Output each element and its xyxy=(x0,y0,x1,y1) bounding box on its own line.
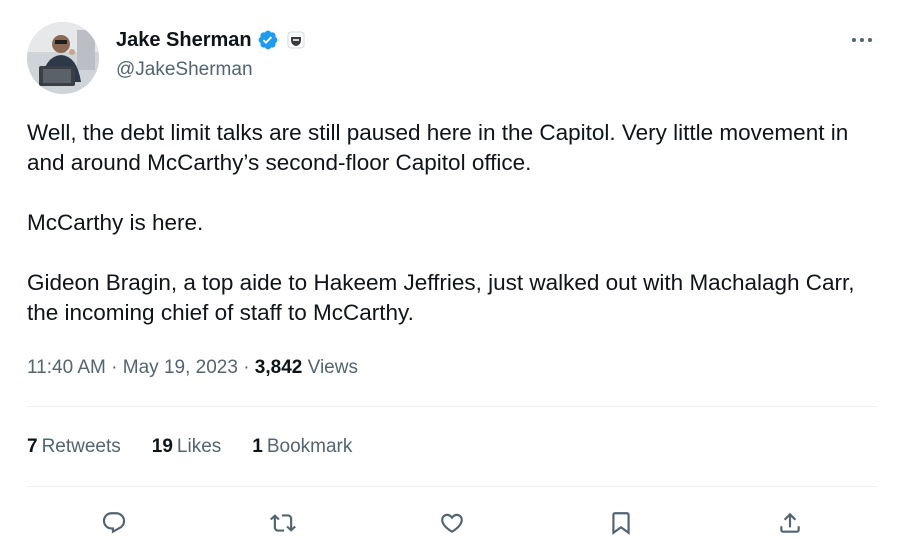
tweet-paragraph: Gideon Bragin, a top aide to Hakeem Jeff… xyxy=(27,270,855,325)
avatar[interactable] xyxy=(27,22,99,94)
tweet-card: Jake Sherman @JakeSherman Well, the debt… xyxy=(0,0,900,552)
bookmark-icon[interactable] xyxy=(603,505,639,541)
views-label: Views xyxy=(307,357,358,378)
tweet-meta: 11:40 AM · May 19, 2023 · 3,842 Views xyxy=(27,354,358,382)
tweet-time[interactable]: 11:40 AM xyxy=(27,357,106,378)
share-icon[interactable] xyxy=(772,505,808,541)
separator-dot: · xyxy=(111,357,123,378)
retweet-icon[interactable] xyxy=(265,505,301,541)
tweet-text: Well, the debt limit talks are still pau… xyxy=(27,118,877,328)
retweets-label: Retweets xyxy=(41,436,121,457)
tweet-paragraph: McCarthy is here. xyxy=(27,210,204,235)
author-handle[interactable]: @JakeSherman xyxy=(116,58,253,82)
profile-photo xyxy=(27,22,99,94)
bookmarks-stat[interactable]: 1 Bookmark xyxy=(252,434,352,460)
reply-icon[interactable] xyxy=(96,505,132,541)
likes-label: Likes xyxy=(176,436,222,457)
divider xyxy=(27,486,877,487)
verified-badge-icon xyxy=(257,29,279,51)
views-count: 3,842 xyxy=(254,357,303,378)
bookmarks-label: Bookmark xyxy=(266,436,353,457)
retweets-count: 7 xyxy=(27,436,38,457)
display-name-text: Jake Sherman xyxy=(116,29,252,51)
like-icon[interactable] xyxy=(434,505,470,541)
more-options-icon[interactable] xyxy=(846,28,878,52)
engagement-stats: 7 Retweets 19 Likes 1 Bookmark xyxy=(27,434,383,460)
retweets-stat[interactable]: 7 Retweets xyxy=(27,434,121,460)
divider xyxy=(27,406,877,407)
bookmarks-count: 1 xyxy=(252,436,263,457)
tweet-date[interactable]: May 19, 2023 xyxy=(123,357,238,378)
separator-dot: · xyxy=(243,357,255,378)
likes-stat[interactable]: 19 Likes xyxy=(152,434,222,460)
affiliate-badge-icon[interactable] xyxy=(287,31,305,49)
tweet-paragraph: Well, the debt limit talks are still pau… xyxy=(27,120,849,175)
likes-count: 19 xyxy=(151,436,173,457)
author-name[interactable]: Jake Sherman xyxy=(116,28,305,52)
